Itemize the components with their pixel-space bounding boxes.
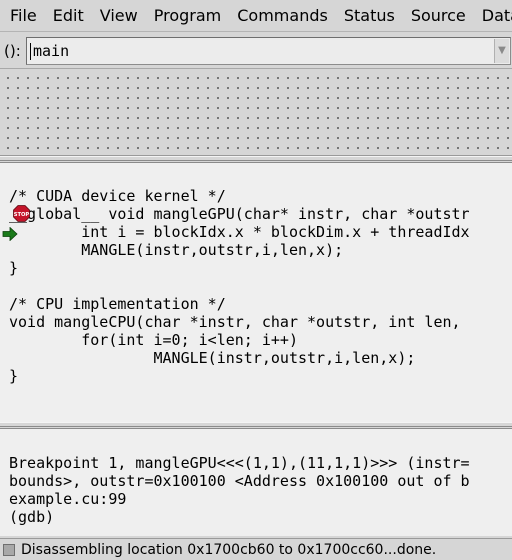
pane-splitter[interactable] [0, 422, 512, 427]
source-line: MANGLE(instr,outstr,i,len,x); [9, 349, 416, 367]
svg-text:STOP: STOP [14, 212, 30, 218]
source-line: __global__ void mangleGPU(char* instr, c… [9, 205, 470, 223]
argument-combobox[interactable]: ▼ [26, 37, 511, 65]
console-line: bounds>, outstr=0x100100 <Address 0x1001… [9, 472, 470, 490]
console-prompt[interactable]: (gdb) [9, 508, 54, 526]
source-line: /* CPU implementation */ [9, 295, 226, 313]
argument-toolbar: (): ▼ [0, 33, 512, 69]
pane-splitter[interactable] [0, 156, 512, 161]
chevron-down-icon: ▼ [498, 45, 506, 56]
combobox-dropdown-button[interactable]: ▼ [494, 39, 509, 63]
menu-data[interactable]: Data [474, 4, 512, 28]
data-window[interactable] [0, 70, 512, 156]
menu-source[interactable]: Source [403, 4, 474, 28]
source-line: void mangleCPU(char *instr, char *outstr… [9, 313, 461, 331]
source-window[interactable]: /* CUDA device kernel */ __global__ void… [0, 162, 512, 422]
breakpoint-stop-icon[interactable]: STOP [13, 205, 30, 222]
menu-file[interactable]: File [2, 4, 45, 28]
argument-input[interactable] [33, 38, 473, 64]
status-indicator-icon [3, 543, 15, 556]
source-line: } [9, 367, 19, 385]
status-bar: Disassembling location 0x1700cb60 to 0x1… [0, 538, 512, 560]
menu-status[interactable]: Status [336, 4, 403, 28]
argument-label: (): [4, 41, 21, 60]
source-line: MANGLE(instr,outstr,i,len,x); [9, 241, 344, 259]
source-line: } [9, 259, 19, 277]
menu-commands[interactable]: Commands [229, 4, 336, 28]
console-line: Breakpoint 1, mangleGPU<<<(1,1),(11,1,1)… [9, 454, 470, 472]
text-cursor [30, 43, 31, 60]
menu-view[interactable]: View [92, 4, 146, 28]
source-line: for(int i=0; i<len; i++) [9, 331, 298, 349]
console-line: example.cu:99 [9, 490, 127, 508]
status-message: Disassembling location 0x1700cb60 to 0x1… [21, 541, 437, 558]
debugger-console[interactable]: Breakpoint 1, mangleGPU<<<(1,1),(11,1,1)… [0, 428, 512, 536]
menu-edit[interactable]: Edit [45, 4, 92, 28]
menu-program[interactable]: Program [146, 4, 230, 28]
menu-bar: File Edit View Program Commands Status S… [0, 0, 512, 32]
source-line: int i = blockIdx.x * blockDim.x + thread… [9, 223, 470, 241]
execution-arrow-icon [2, 227, 18, 241]
source-line: /* CUDA device kernel */ [9, 187, 226, 205]
